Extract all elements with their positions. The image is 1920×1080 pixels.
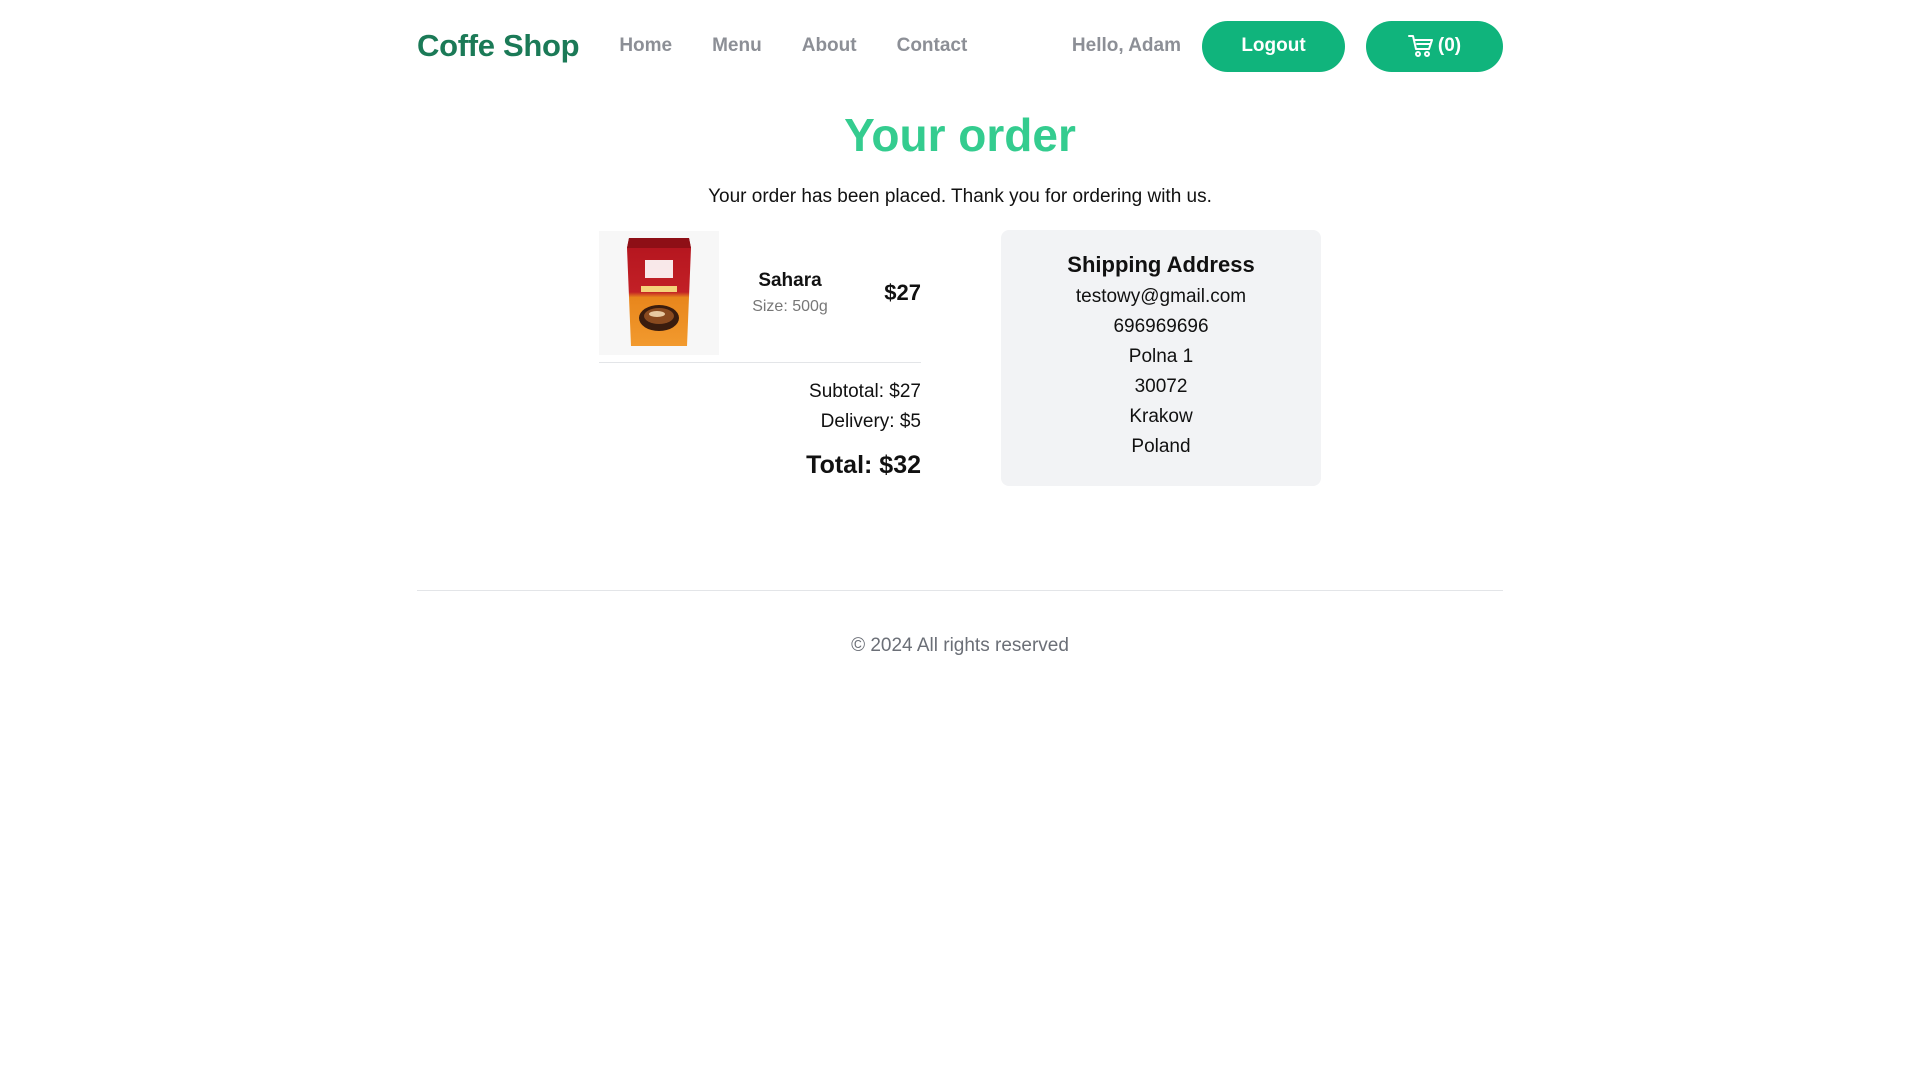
cart-button[interactable]: (0) <box>1366 20 1503 72</box>
main-nav: Home Menu About Contact <box>619 35 967 57</box>
shipping-email: testowy@gmail.com <box>1075 286 1247 307</box>
user-greeting: Hello, Adam <box>1071 35 1181 56</box>
page-title: Your order <box>844 109 1076 161</box>
item-price: $27 <box>884 280 921 305</box>
shipping-street: Polna 1 <box>1128 346 1194 367</box>
page: Coffe Shop Home Menu About Contact Hello… <box>417 0 1503 657</box>
shipping-city: Krakow <box>1129 406 1193 427</box>
shipping-title: Shipping Address <box>1067 252 1255 277</box>
order-confirmation-message: Your order has been placed. Thank you fo… <box>708 186 1212 207</box>
coffee-bag-image <box>599 231 719 355</box>
site-header: Coffe Shop Home Menu About Contact Hello… <box>417 0 1503 92</box>
delivery-fee: Delivery: $5 <box>820 411 921 432</box>
shipping-address-card: Shipping Address testowy@gmail.com 69696… <box>1001 230 1321 486</box>
shipping-country: Poland <box>1131 436 1191 457</box>
shipping-phone: 696969696 <box>1113 316 1209 337</box>
brand-logo[interactable]: Coffe Shop <box>417 28 580 64</box>
order-content: Sahara Size: 500g $27 Subtotal: $27 Deli… <box>417 230 1503 486</box>
nav-contact-link[interactable]: Contact <box>897 35 968 57</box>
subtotal: Subtotal: $27 <box>809 381 921 402</box>
item-name: Sahara <box>758 270 822 291</box>
nav-home-link[interactable]: Home <box>619 35 672 57</box>
shipping-postal-code: 30072 <box>1134 376 1188 397</box>
order-main: Your order Your order has been placed. T… <box>417 112 1503 486</box>
cart-count: (0) <box>1437 35 1462 56</box>
shopping-cart-icon <box>1407 34 1434 58</box>
order-total: Total: $32 <box>806 451 921 479</box>
copyright-text: © 2024 All rights reserved <box>851 635 1069 656</box>
nav-menu-link[interactable]: Menu <box>712 35 762 57</box>
logout-button[interactable]: Logout <box>1202 20 1345 72</box>
site-footer: © 2024 All rights reserved <box>417 590 1503 657</box>
nav-about-link[interactable]: About <box>802 35 857 57</box>
order-item: Sahara Size: 500g $27 <box>599 230 921 363</box>
order-totals: Subtotal: $27 Delivery: $5 Total: $32 <box>599 377 921 480</box>
order-items: Sahara Size: 500g $27 Subtotal: $27 Deli… <box>599 230 921 486</box>
item-info: Sahara Size: 500g <box>719 270 861 316</box>
footer-divider <box>417 590 1503 591</box>
item-size: Size: 500g <box>752 298 828 315</box>
